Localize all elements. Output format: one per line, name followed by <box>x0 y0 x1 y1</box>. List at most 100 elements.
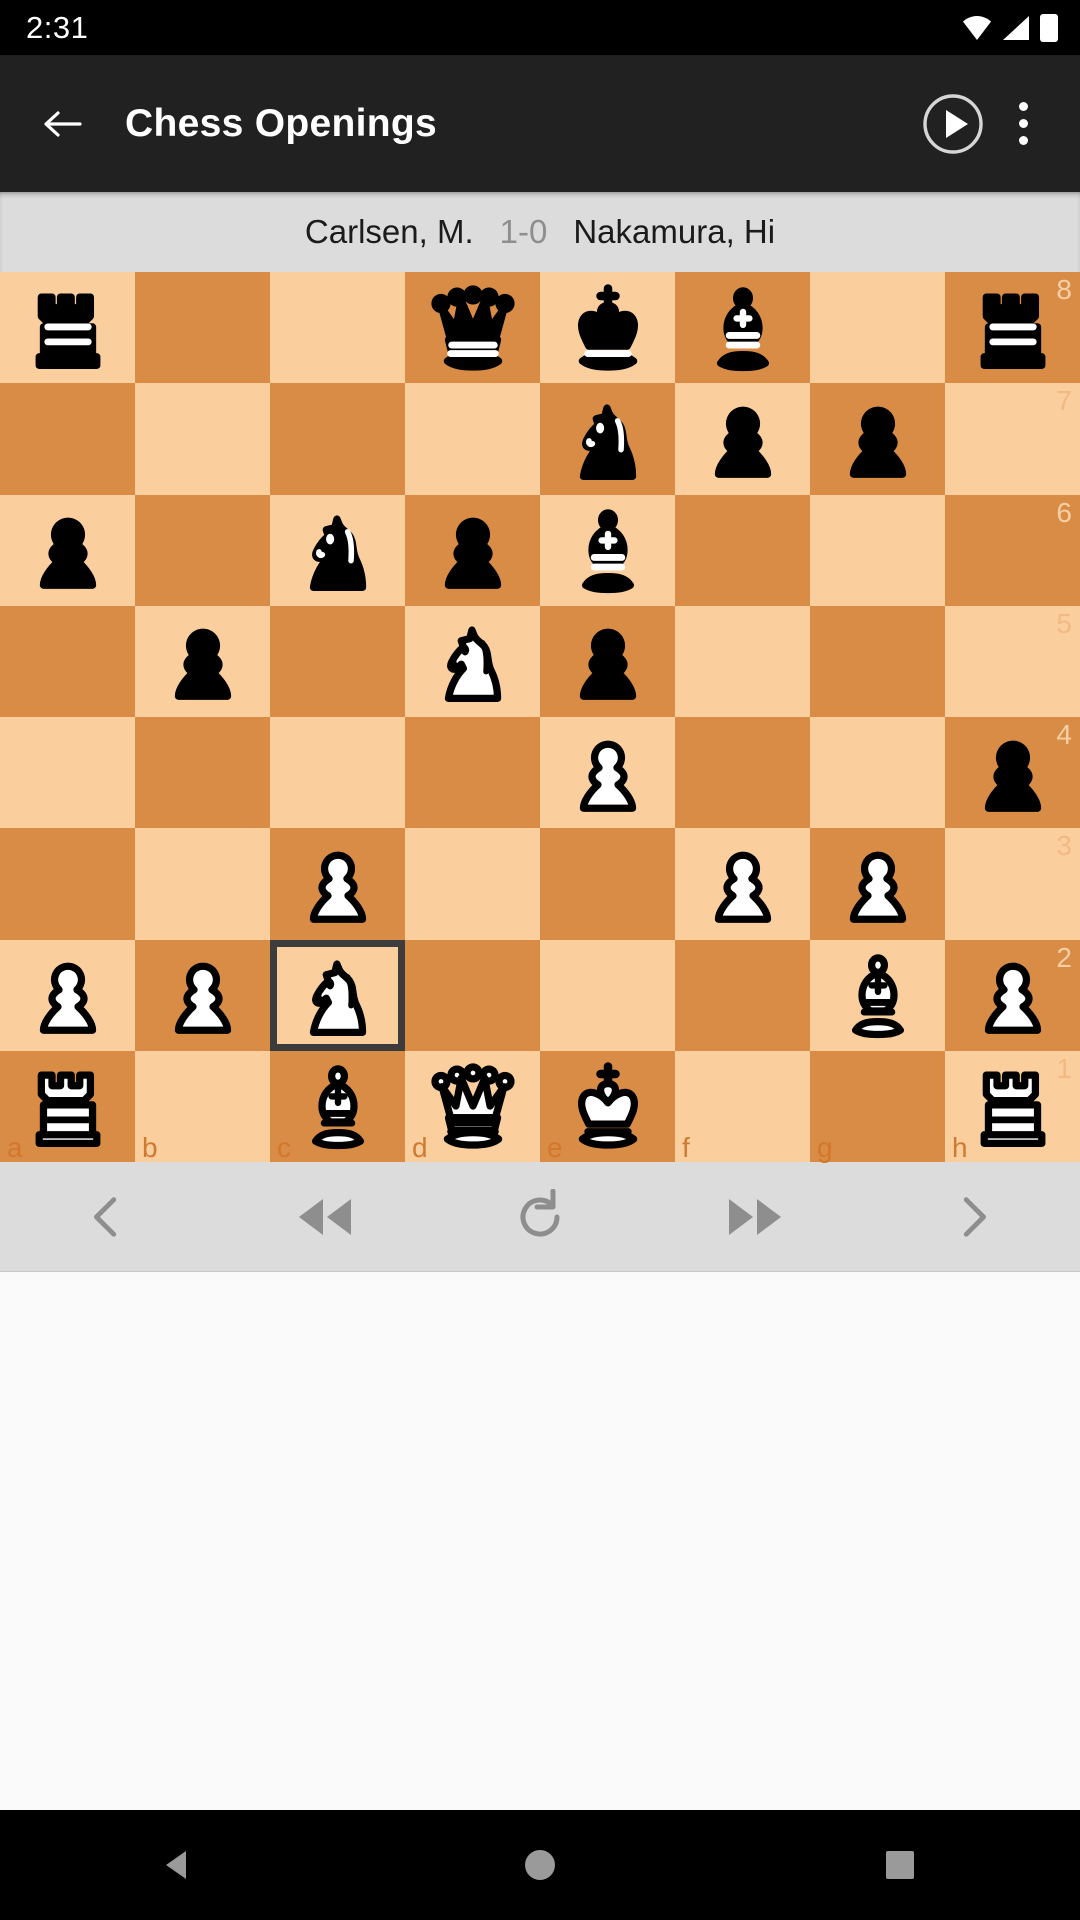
board-square-g6[interactable] <box>810 494 945 606</box>
system-status-bar: 2:31 <box>0 0 1080 55</box>
white-player-name: Carlsen, M. <box>304 213 474 250</box>
board-square-g3[interactable] <box>810 828 945 940</box>
board-square-c6[interactable] <box>270 494 405 606</box>
black-knight-piece-glyph <box>579 404 636 480</box>
board-square-f7[interactable] <box>675 383 810 495</box>
board-square-e3[interactable] <box>540 828 675 940</box>
board-square-c7[interactable] <box>270 383 405 495</box>
board-square-c4[interactable] <box>270 717 405 829</box>
board-square-c2[interactable] <box>270 939 405 1052</box>
chessboard[interactable]: 8 7 6 5 4 3 2 a b c d e f g 1 h <box>0 272 1080 1163</box>
board-square-a8[interactable] <box>0 272 135 384</box>
board-square-e1[interactable]: e <box>540 1050 675 1163</box>
rank-label-6: 6 <box>1056 496 1072 528</box>
board-square-e5[interactable] <box>540 605 675 717</box>
status-icons <box>962 13 1058 42</box>
white-pawn-piece-glyph <box>984 962 1041 1034</box>
play-circle-icon[interactable] <box>914 85 992 163</box>
board-square-h7[interactable]: 7 <box>945 383 1080 495</box>
board-square-d4[interactable] <box>405 717 540 829</box>
black-pawn-piece-glyph <box>984 740 1041 812</box>
board-square-g7[interactable] <box>810 383 945 495</box>
white-rook-piece-glyph <box>980 1071 1045 1148</box>
board-square-c5[interactable] <box>270 605 405 717</box>
board-square-f2[interactable] <box>675 939 810 1051</box>
board-square-b4[interactable] <box>135 717 270 829</box>
board-square-a6[interactable] <box>0 494 135 606</box>
board-square-d6[interactable] <box>405 494 540 606</box>
android-back-button[interactable] <box>105 1810 255 1920</box>
reset-button[interactable] <box>465 1162 615 1272</box>
board-square-g2[interactable] <box>810 939 945 1051</box>
page-title: Chess Openings <box>125 101 437 145</box>
board-square-d3[interactable] <box>405 828 540 940</box>
board-square-g4[interactable] <box>810 717 945 829</box>
board-square-d1[interactable]: d <box>405 1050 540 1163</box>
board-square-c1[interactable]: c <box>270 1050 405 1163</box>
board-square-h4[interactable]: 4 <box>945 717 1080 829</box>
board-square-f1[interactable]: f <box>675 1050 810 1163</box>
board-square-d7[interactable] <box>405 383 540 495</box>
back-arrow-icon[interactable] <box>26 88 98 160</box>
board-square-b6[interactable] <box>135 494 270 606</box>
board-square-h1[interactable]: 1h <box>945 1050 1080 1163</box>
board-square-d2[interactable] <box>405 939 540 1051</box>
board-square-g8[interactable] <box>810 272 945 384</box>
battery-icon <box>1040 13 1058 42</box>
board-square-d5[interactable] <box>405 605 540 717</box>
board-square-d8[interactable] <box>405 272 540 384</box>
board-square-b2[interactable] <box>135 939 270 1051</box>
board-square-b5[interactable] <box>135 605 270 717</box>
rank-label-5: 5 <box>1056 607 1072 639</box>
board-square-b1[interactable]: b <box>135 1050 270 1163</box>
board-square-h3[interactable]: 3 <box>945 828 1080 940</box>
board-square-e6[interactable] <box>540 494 675 606</box>
board-square-e7[interactable] <box>540 383 675 495</box>
signal-icon <box>1001 15 1031 41</box>
board-square-h8[interactable]: 8 <box>945 272 1080 384</box>
white-bishop-piece-glyph <box>851 954 904 1039</box>
fast-forward-button[interactable] <box>681 1162 831 1272</box>
board-square-a5[interactable] <box>0 605 135 717</box>
board-square-a1[interactable]: a <box>0 1050 135 1163</box>
board-square-h6[interactable]: 6 <box>945 494 1080 606</box>
previous-move-button[interactable] <box>33 1162 183 1272</box>
rewind-button[interactable] <box>249 1162 399 1272</box>
board-square-f6[interactable] <box>675 494 810 606</box>
board-square-f4[interactable] <box>675 717 810 829</box>
black-pawn-piece-glyph <box>849 406 906 478</box>
rank-label-7: 7 <box>1056 385 1072 417</box>
board-square-e4[interactable] <box>540 717 675 829</box>
white-king-piece-glyph <box>577 1062 638 1150</box>
board-square-h2[interactable]: 2 <box>945 939 1080 1051</box>
black-rook-piece-glyph <box>35 293 100 369</box>
next-move-button[interactable] <box>897 1162 1047 1272</box>
board-square-c8[interactable] <box>270 272 405 384</box>
board-square-a2[interactable] <box>0 939 135 1051</box>
board-square-g5[interactable] <box>810 605 945 717</box>
board-square-b8[interactable] <box>135 272 270 384</box>
rank-label-3: 3 <box>1056 830 1072 862</box>
board-square-b7[interactable] <box>135 383 270 495</box>
board-square-a7[interactable] <box>0 383 135 495</box>
board-square-a4[interactable] <box>0 717 135 829</box>
board-square-f3[interactable] <box>675 828 810 940</box>
board-square-f5[interactable] <box>675 605 810 717</box>
board-square-h5[interactable]: 5 <box>945 605 1080 717</box>
board-square-e2[interactable] <box>540 939 675 1051</box>
board-square-g1[interactable]: g <box>810 1050 945 1163</box>
board-square-b3[interactable] <box>135 828 270 940</box>
white-bishop-piece-glyph <box>311 1065 364 1150</box>
black-knight-piece-glyph <box>309 515 366 592</box>
white-pawn-piece-glyph <box>309 851 366 923</box>
white-pawn-piece-glyph <box>714 851 771 923</box>
board-square-f8[interactable] <box>675 272 810 384</box>
board-square-c3[interactable] <box>270 828 405 940</box>
black-pawn-piece-glyph <box>444 517 501 589</box>
board-square-e8[interactable] <box>540 272 675 384</box>
white-pawn-piece-glyph <box>579 740 636 812</box>
android-home-button[interactable] <box>465 1810 615 1920</box>
board-square-a3[interactable] <box>0 828 135 940</box>
android-recents-button[interactable] <box>825 1810 975 1920</box>
overflow-menu-icon[interactable] <box>992 85 1054 163</box>
